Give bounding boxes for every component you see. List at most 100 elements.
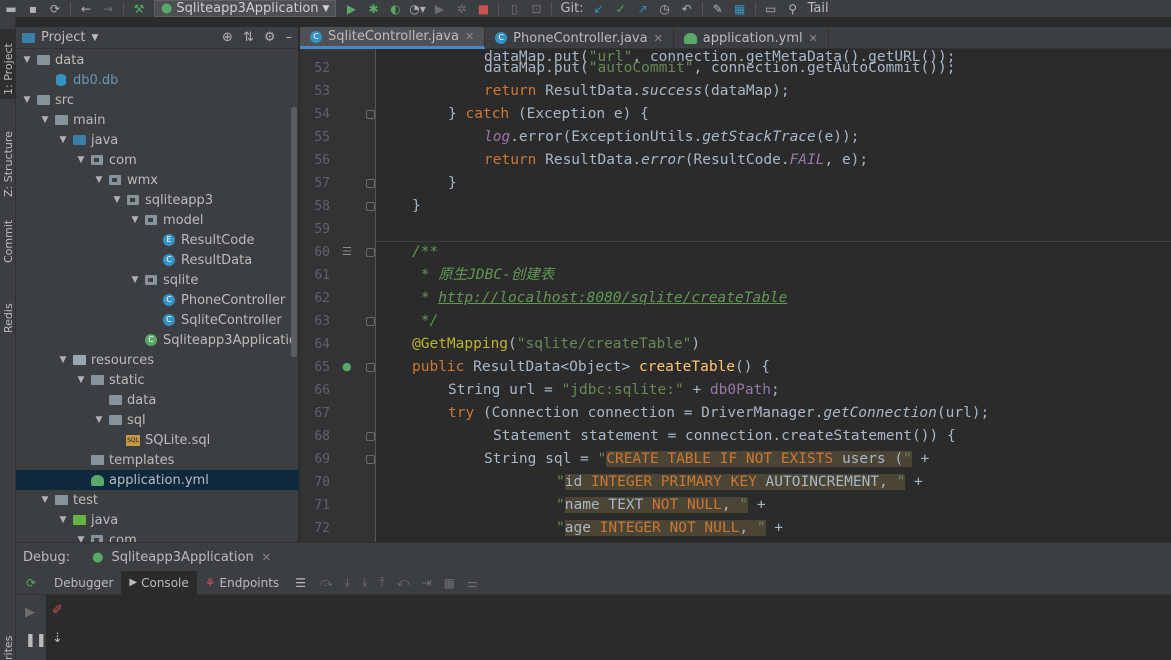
chevron-down-icon[interactable]: ▼ (38, 495, 52, 505)
clear-all-icon[interactable]: ✐ (52, 603, 63, 618)
trace-icon[interactable]: ⚌ (467, 576, 478, 590)
git-update-icon[interactable]: ↙ (588, 0, 610, 17)
console-output[interactable] (16, 595, 1171, 660)
profile-icon[interactable]: ◔▾ (406, 0, 428, 17)
tree-item[interactable]: ▼ static (16, 370, 298, 390)
tree-item[interactable]: C PhoneController (16, 290, 298, 310)
device-icon[interactable]: ▯ (503, 0, 525, 17)
step-over-icon[interactable]: ⤼ (320, 575, 333, 590)
settings-wrench-icon[interactable]: ✎ (707, 0, 729, 17)
tab-endpoints[interactable]: ⚘ Endpoints (197, 571, 287, 595)
editor-gutter[interactable]: 52 53 54 55 56 57 58 59 60 61 62 63 64 65 66 67 68 69 70 71… (300, 49, 376, 542)
chevron-down-icon[interactable]: ▼ (74, 375, 88, 385)
git-push-icon[interactable]: ↗ (632, 0, 654, 17)
tree-item[interactable]: ▼ sqlite (16, 270, 298, 290)
tree-item[interactable]: ▼ java (16, 510, 298, 530)
locate-file-icon[interactable]: ⊕ (222, 30, 233, 45)
hide-panel-icon[interactable]: – (286, 30, 293, 45)
tree-item[interactable]: ▼ sqliteapp3 (16, 190, 298, 210)
rerun-icon[interactable]: ⟳ (16, 576, 46, 590)
tree-item[interactable]: ▼ com (16, 530, 298, 542)
code-editor[interactable]: 52 53 54 55 56 57 58 59 60 61 62 63 64 65 66 67 68 69 70 71… (300, 49, 1171, 542)
run-icon[interactable]: ▶ (340, 0, 362, 17)
chevron-down-icon[interactable]: ▼ (128, 275, 142, 285)
tool-tab-structure[interactable]: Z: Structure (0, 117, 16, 197)
chevron-down-icon[interactable]: ▼ (74, 155, 88, 165)
tree-item[interactable]: ▼ com (16, 150, 298, 170)
chevron-down-icon[interactable]: ▼ (56, 355, 70, 365)
step-into-icon[interactable]: ⤓ (345, 575, 350, 590)
endpoint-icon[interactable]: ● (342, 360, 352, 373)
tree-item[interactable]: ▼ java (16, 130, 298, 150)
resume-program-icon[interactable]: ▶ (25, 605, 35, 620)
stop-icon[interactable]: ■ (472, 0, 494, 17)
debug-icon[interactable]: ✱ (362, 0, 384, 17)
close-icon[interactable]: ✕ (809, 32, 818, 45)
search-icon[interactable]: ⚲ (782, 0, 804, 17)
tool-tab-redis[interactable]: Redis (0, 291, 16, 351)
tree-item[interactable]: ▼ data (16, 50, 298, 70)
tree-item[interactable]: ▼ main (16, 110, 298, 130)
project-structure-icon[interactable]: ▦ (729, 0, 751, 17)
coverage-icon[interactable]: ◐ (384, 0, 406, 17)
run-configuration-select[interactable]: ● Sqliteapp3Application ▼ (154, 0, 337, 17)
evaluate-icon[interactable]: ▦ (444, 576, 455, 590)
chevron-down-icon[interactable]: ▼ (56, 515, 70, 525)
tree-item[interactable]: data (16, 390, 298, 410)
project-scrollbar[interactable] (291, 107, 297, 357)
run-to-cursor-icon[interactable]: ⇥ (422, 576, 432, 590)
project-view-selector[interactable]: Project (41, 30, 85, 45)
tree-item[interactable]: E ResultCode (16, 230, 298, 250)
forward-icon[interactable]: → (97, 0, 119, 17)
tool-tab-commit[interactable]: Commit (0, 215, 16, 265)
sync-icon[interactable]: ⟳ (44, 0, 66, 17)
fold-marker-icon[interactable] (366, 202, 375, 211)
tree-item[interactable]: C SqliteController (16, 310, 298, 330)
tree-item[interactable]: SQL SQLite.sql (16, 430, 298, 450)
chevron-down-icon[interactable]: ▼ (91, 33, 98, 43)
gear-icon[interactable]: ⚙ (264, 30, 276, 45)
attach-icon[interactable]: ✲ (450, 0, 472, 17)
close-icon[interactable]: ✕ (654, 32, 663, 45)
chevron-down-icon[interactable]: ▼ (110, 195, 124, 205)
resume-icon[interactable]: ▶ (428, 0, 450, 17)
tree-item[interactable]: C ResultData (16, 250, 298, 270)
fold-marker-icon[interactable] (366, 363, 375, 372)
collapse-all-icon[interactable]: ⇅ (243, 30, 254, 45)
code-text-area[interactable]: dataMap.put("url", connection.getMetaDat… (376, 49, 1171, 542)
editor-tab[interactable]: C PhoneController.java ✕ (485, 27, 674, 49)
chevron-down-icon[interactable]: ▼ (92, 175, 106, 185)
debug-session-tab[interactable]: Sqliteapp3Application (111, 550, 253, 565)
chevron-down-icon[interactable]: ▼ (128, 215, 142, 225)
implemented-icon[interactable]: ☰ (342, 245, 352, 258)
tree-item[interactable]: ▼ wmx (16, 170, 298, 190)
force-step-into-icon[interactable]: ⤓ (362, 575, 367, 590)
tree-item[interactable]: application.yml (16, 470, 298, 490)
tree-item[interactable]: ▼ src (16, 90, 298, 110)
fold-marker-icon[interactable] (366, 455, 375, 464)
tree-item[interactable]: ▼ test (16, 490, 298, 510)
tree-item[interactable]: ▼ sql (16, 410, 298, 430)
drop-frame-icon[interactable]: ⤺ (397, 575, 410, 590)
rollback-icon[interactable]: ↶ (676, 0, 698, 17)
tab-debugger[interactable]: Debugger (46, 571, 121, 595)
fold-marker-icon[interactable] (366, 110, 375, 119)
terminal-window-icon[interactable]: ▭ (760, 0, 782, 17)
menu-icon[interactable]: ☰ (295, 576, 306, 590)
editor-tab[interactable]: C SqliteController.java ✕ (300, 27, 486, 49)
tail-button[interactable]: Tail (808, 1, 829, 16)
tree-item[interactable]: templates (16, 450, 298, 470)
back-icon[interactable]: ← (75, 0, 97, 17)
chevron-down-icon[interactable]: ▼ (20, 95, 34, 105)
close-icon[interactable]: ✕ (262, 551, 271, 564)
sort-icon[interactable]: ⇣ (52, 631, 63, 646)
editor-tab[interactable]: application.yml ✕ (674, 27, 829, 49)
chevron-down-icon[interactable]: ▼ (38, 115, 52, 125)
open-folder-icon[interactable]: ▬ (0, 0, 22, 17)
fold-marker-icon[interactable] (366, 179, 375, 188)
pause-icon[interactable]: ❚❚ (25, 633, 47, 648)
close-icon[interactable]: ✕ (465, 30, 474, 43)
tree-item[interactable]: ▼ resources (16, 350, 298, 370)
fold-marker-icon[interactable] (366, 432, 375, 441)
chevron-down-icon[interactable]: ▼ (92, 415, 106, 425)
